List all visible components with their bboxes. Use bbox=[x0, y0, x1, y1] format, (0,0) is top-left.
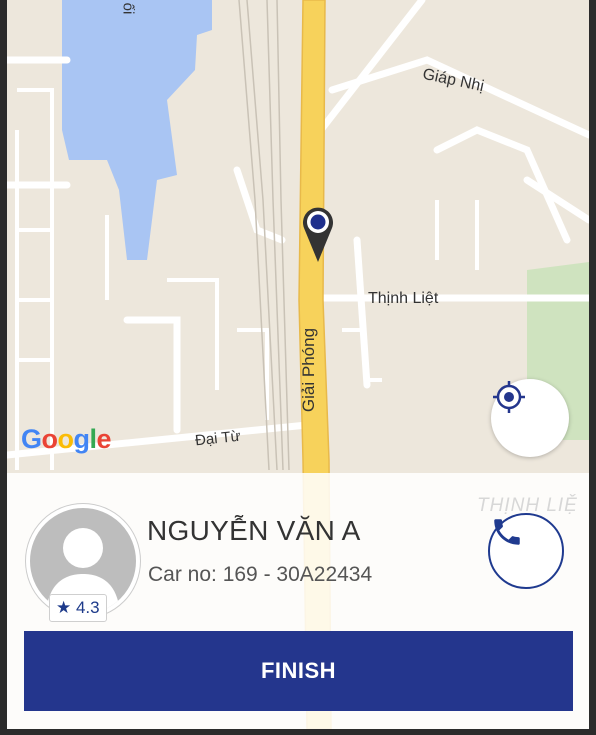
map-label-giai-phong: Giải Phóng bbox=[299, 327, 319, 413]
map-view[interactable]: Giáp Nhị Thịnh Liệt Giải Phóng Đại Từ ối… bbox=[7, 0, 589, 729]
driver-rating-badge: ★ 4.3 bbox=[49, 594, 107, 622]
map-label-thinh-liet: Thịnh Liệt bbox=[368, 290, 439, 307]
app-frame: Giáp Nhị Thịnh Liệt Giải Phóng Đại Từ ối… bbox=[0, 0, 596, 735]
crosshair-icon bbox=[493, 381, 525, 413]
google-logo: Google bbox=[21, 424, 112, 454]
call-button[interactable] bbox=[488, 513, 564, 589]
finish-button[interactable]: FINISH bbox=[24, 631, 573, 711]
map-label-top-fragment: ối bbox=[119, 2, 137, 15]
driver-name: NGUYỄN VĂN A bbox=[147, 515, 361, 546]
phone-icon bbox=[494, 519, 520, 545]
my-location-button[interactable] bbox=[491, 379, 569, 457]
car-number: Car no: 169 - 30A22434 bbox=[148, 563, 373, 586]
